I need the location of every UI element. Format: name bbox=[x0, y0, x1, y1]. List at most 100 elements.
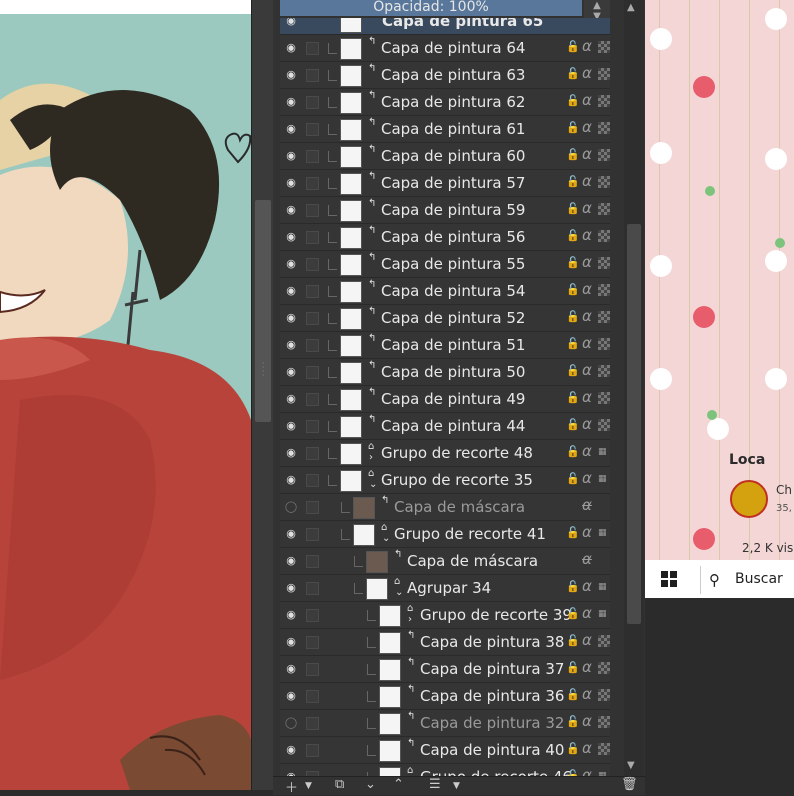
lock-icon[interactable]: 🔓 bbox=[566, 526, 580, 539]
transparency-checker-icon[interactable] bbox=[598, 176, 610, 188]
transparency-checker-icon[interactable] bbox=[598, 743, 610, 755]
alpha-lock-icon[interactable]: α bbox=[582, 577, 592, 595]
layer-select-checkbox[interactable] bbox=[306, 663, 319, 676]
layer-select-checkbox[interactable] bbox=[306, 501, 319, 514]
alpha-lock-icon[interactable]: α bbox=[582, 658, 592, 676]
layers-scrollbar-thumb[interactable] bbox=[627, 224, 641, 624]
group-blend-icon[interactable]: ▦ bbox=[598, 474, 610, 484]
transparency-checker-icon[interactable] bbox=[598, 284, 610, 296]
alpha-lock-icon[interactable]: α bbox=[582, 199, 592, 217]
layers-scrollbar[interactable]: ▲ ▼ bbox=[624, 0, 644, 776]
video-title[interactable]: Loca bbox=[729, 452, 765, 468]
layer-row[interactable]: ◉ ↰ Capa de pintura 64 🔓 α bbox=[280, 35, 610, 62]
lock-icon[interactable]: 🔓 bbox=[566, 769, 580, 776]
layer-select-checkbox[interactable] bbox=[306, 204, 319, 217]
drawing-canvas[interactable] bbox=[0, 0, 251, 790]
layer-row[interactable]: ◉ ↰ Capa de pintura 44 🔓 α bbox=[280, 413, 610, 440]
opacity-spin-arrows-icon[interactable]: ▲ ▼ bbox=[584, 0, 610, 22]
layer-row[interactable]: ◉ ⌂ › Grupo de recorte 39 🔓 α ▦ bbox=[280, 602, 610, 629]
transparency-checker-icon[interactable] bbox=[598, 122, 610, 134]
lock-icon[interactable]: 🔓 bbox=[566, 391, 580, 404]
eye-icon[interactable]: ◉ bbox=[284, 662, 298, 676]
layer-row[interactable]: ◉ ↰ Capa de máscara α bbox=[280, 548, 610, 575]
duplicate-layer-icon[interactable]: ⧉ bbox=[335, 777, 344, 792]
alpha-lock-icon[interactable]: α bbox=[582, 91, 592, 109]
layer-row[interactable]: ◉ ↰ Capa de pintura 36 🔓 α bbox=[280, 683, 610, 710]
layer-row[interactable]: ◯ ↰ Capa de pintura 32 🔓 α bbox=[280, 710, 610, 737]
collapse-chevron-icon[interactable]: › bbox=[369, 452, 373, 463]
layer-row[interactable]: ◉ ⌂ › Grupo de recorte 48 🔓 α ▦ bbox=[280, 440, 610, 467]
layer-row[interactable]: ◉ ↰ Capa de pintura 54 🔓 α bbox=[280, 278, 610, 305]
alpha-lock-icon[interactable]: α bbox=[582, 64, 592, 82]
lock-icon[interactable]: 🔓 bbox=[566, 364, 580, 377]
transparency-checker-icon[interactable] bbox=[598, 41, 610, 53]
transparency-checker-icon[interactable] bbox=[598, 338, 610, 350]
group-blend-icon[interactable]: ▦ bbox=[598, 447, 610, 457]
lock-icon[interactable]: 🔓 bbox=[566, 175, 580, 188]
transparency-checker-icon[interactable] bbox=[598, 311, 610, 323]
lock-icon[interactable]: 🔓 bbox=[566, 94, 580, 107]
lock-icon[interactable]: 🔓 bbox=[566, 337, 580, 350]
transparency-checker-icon[interactable] bbox=[598, 203, 610, 215]
lock-icon[interactable]: 🔓 bbox=[566, 229, 580, 242]
transparency-checker-icon[interactable] bbox=[598, 95, 610, 107]
transparency-checker-icon[interactable] bbox=[598, 635, 610, 647]
alpha-lock-icon[interactable]: α bbox=[582, 631, 592, 649]
lock-icon[interactable]: 🔓 bbox=[566, 256, 580, 269]
alpha-lock-icon[interactable]: α bbox=[582, 307, 592, 325]
splitter-handle[interactable]: · · · · bbox=[262, 360, 265, 380]
layer-select-checkbox[interactable] bbox=[306, 582, 319, 595]
channel-name[interactable]: Ch bbox=[776, 483, 792, 497]
add-layer-icon[interactable]: ＋ bbox=[285, 777, 298, 796]
transparency-checker-icon[interactable] bbox=[598, 419, 610, 431]
lock-icon[interactable]: 🔓 bbox=[566, 418, 580, 431]
alpha-lock-icon[interactable]: α bbox=[582, 415, 592, 433]
lock-icon[interactable]: 🔓 bbox=[566, 67, 580, 80]
layer-row[interactable]: ◉ ↰ Capa de pintura 38 🔓 α bbox=[280, 629, 610, 656]
lock-icon[interactable]: 🔓 bbox=[566, 148, 580, 161]
layer-row[interactable]: ◉ ↰ Capa de pintura 49 🔓 α bbox=[280, 386, 610, 413]
alpha-lock-icon[interactable]: α bbox=[582, 442, 592, 460]
transparency-checker-icon[interactable] bbox=[598, 689, 610, 701]
lock-icon[interactable]: 🔓 bbox=[566, 202, 580, 215]
opacity-slider[interactable]: Opacidad: 100% bbox=[280, 0, 582, 16]
layer-select-checkbox[interactable] bbox=[306, 555, 319, 568]
alpha-lock-icon[interactable]: α bbox=[582, 280, 592, 298]
delete-layer-icon[interactable]: 🗑 bbox=[621, 777, 638, 792]
taskbar-search[interactable]: ⚲ Buscar bbox=[700, 566, 794, 594]
windows-start-icon[interactable] bbox=[661, 571, 677, 587]
layer-row[interactable]: ◉ ↰ Capa de pintura 40 🔓 α bbox=[280, 737, 610, 764]
eye-icon[interactable]: ◉ bbox=[284, 149, 298, 163]
layer-row[interactable]: ◉ ↰ Capa de pintura 63 🔓 α bbox=[280, 62, 610, 89]
lock-icon[interactable]: 🔓 bbox=[566, 40, 580, 53]
move-up-icon[interactable]: ⌃ bbox=[393, 777, 404, 792]
alpha-lock-icon[interactable]: α bbox=[582, 739, 592, 757]
transparency-checker-icon[interactable] bbox=[598, 230, 610, 242]
layer-row[interactable]: ◉ ↰ Capa de pintura 61 🔓 α bbox=[280, 116, 610, 143]
lock-icon[interactable]: 🔓 bbox=[566, 688, 580, 701]
layer-select-checkbox[interactable] bbox=[306, 312, 319, 325]
eye-closed-icon[interactable]: ◯ bbox=[284, 716, 298, 730]
lock-icon[interactable]: 🔓 bbox=[566, 742, 580, 755]
layer-list[interactable]: ◉ Capa de pintura 65 ◉ ↰ Capa de pintura 6… bbox=[280, 18, 610, 776]
alpha-lock-icon[interactable]: α bbox=[582, 685, 592, 703]
alpha-lock-icon[interactable]: α bbox=[582, 712, 592, 730]
eye-icon[interactable]: ◉ bbox=[284, 257, 298, 271]
transparency-checker-icon[interactable] bbox=[598, 365, 610, 377]
eye-icon[interactable]: ◉ bbox=[284, 743, 298, 757]
layer-row[interactable]: ◉⌂›Grupo de recorte 46🔓α▦ bbox=[280, 764, 610, 776]
lock-icon[interactable]: 🔓 bbox=[566, 445, 580, 458]
alpha-lock-icon[interactable]: α bbox=[582, 469, 592, 487]
layer-row[interactable]: ◉ ↰ Capa de pintura 62 🔓 α bbox=[280, 89, 610, 116]
eye-icon[interactable]: ◉ bbox=[284, 527, 298, 541]
alpha-lock-icon[interactable]: α bbox=[582, 388, 592, 406]
eye-icon[interactable]: ◉ bbox=[284, 122, 298, 136]
lock-icon[interactable]: 🔓 bbox=[566, 607, 580, 620]
eye-icon[interactable]: ◉ bbox=[284, 311, 298, 325]
layer-row[interactable]: ◉ ⌂ ⌄ Agrupar 34 🔓 α ▦ bbox=[280, 575, 610, 602]
add-layer-dropdown-icon[interactable]: ▼ bbox=[305, 781, 312, 791]
layer-select-checkbox[interactable] bbox=[306, 231, 319, 244]
layer-select-checkbox[interactable] bbox=[306, 474, 319, 487]
eye-icon[interactable]: ◉ bbox=[284, 230, 298, 244]
alpha-lock-icon[interactable]: α bbox=[582, 523, 592, 541]
